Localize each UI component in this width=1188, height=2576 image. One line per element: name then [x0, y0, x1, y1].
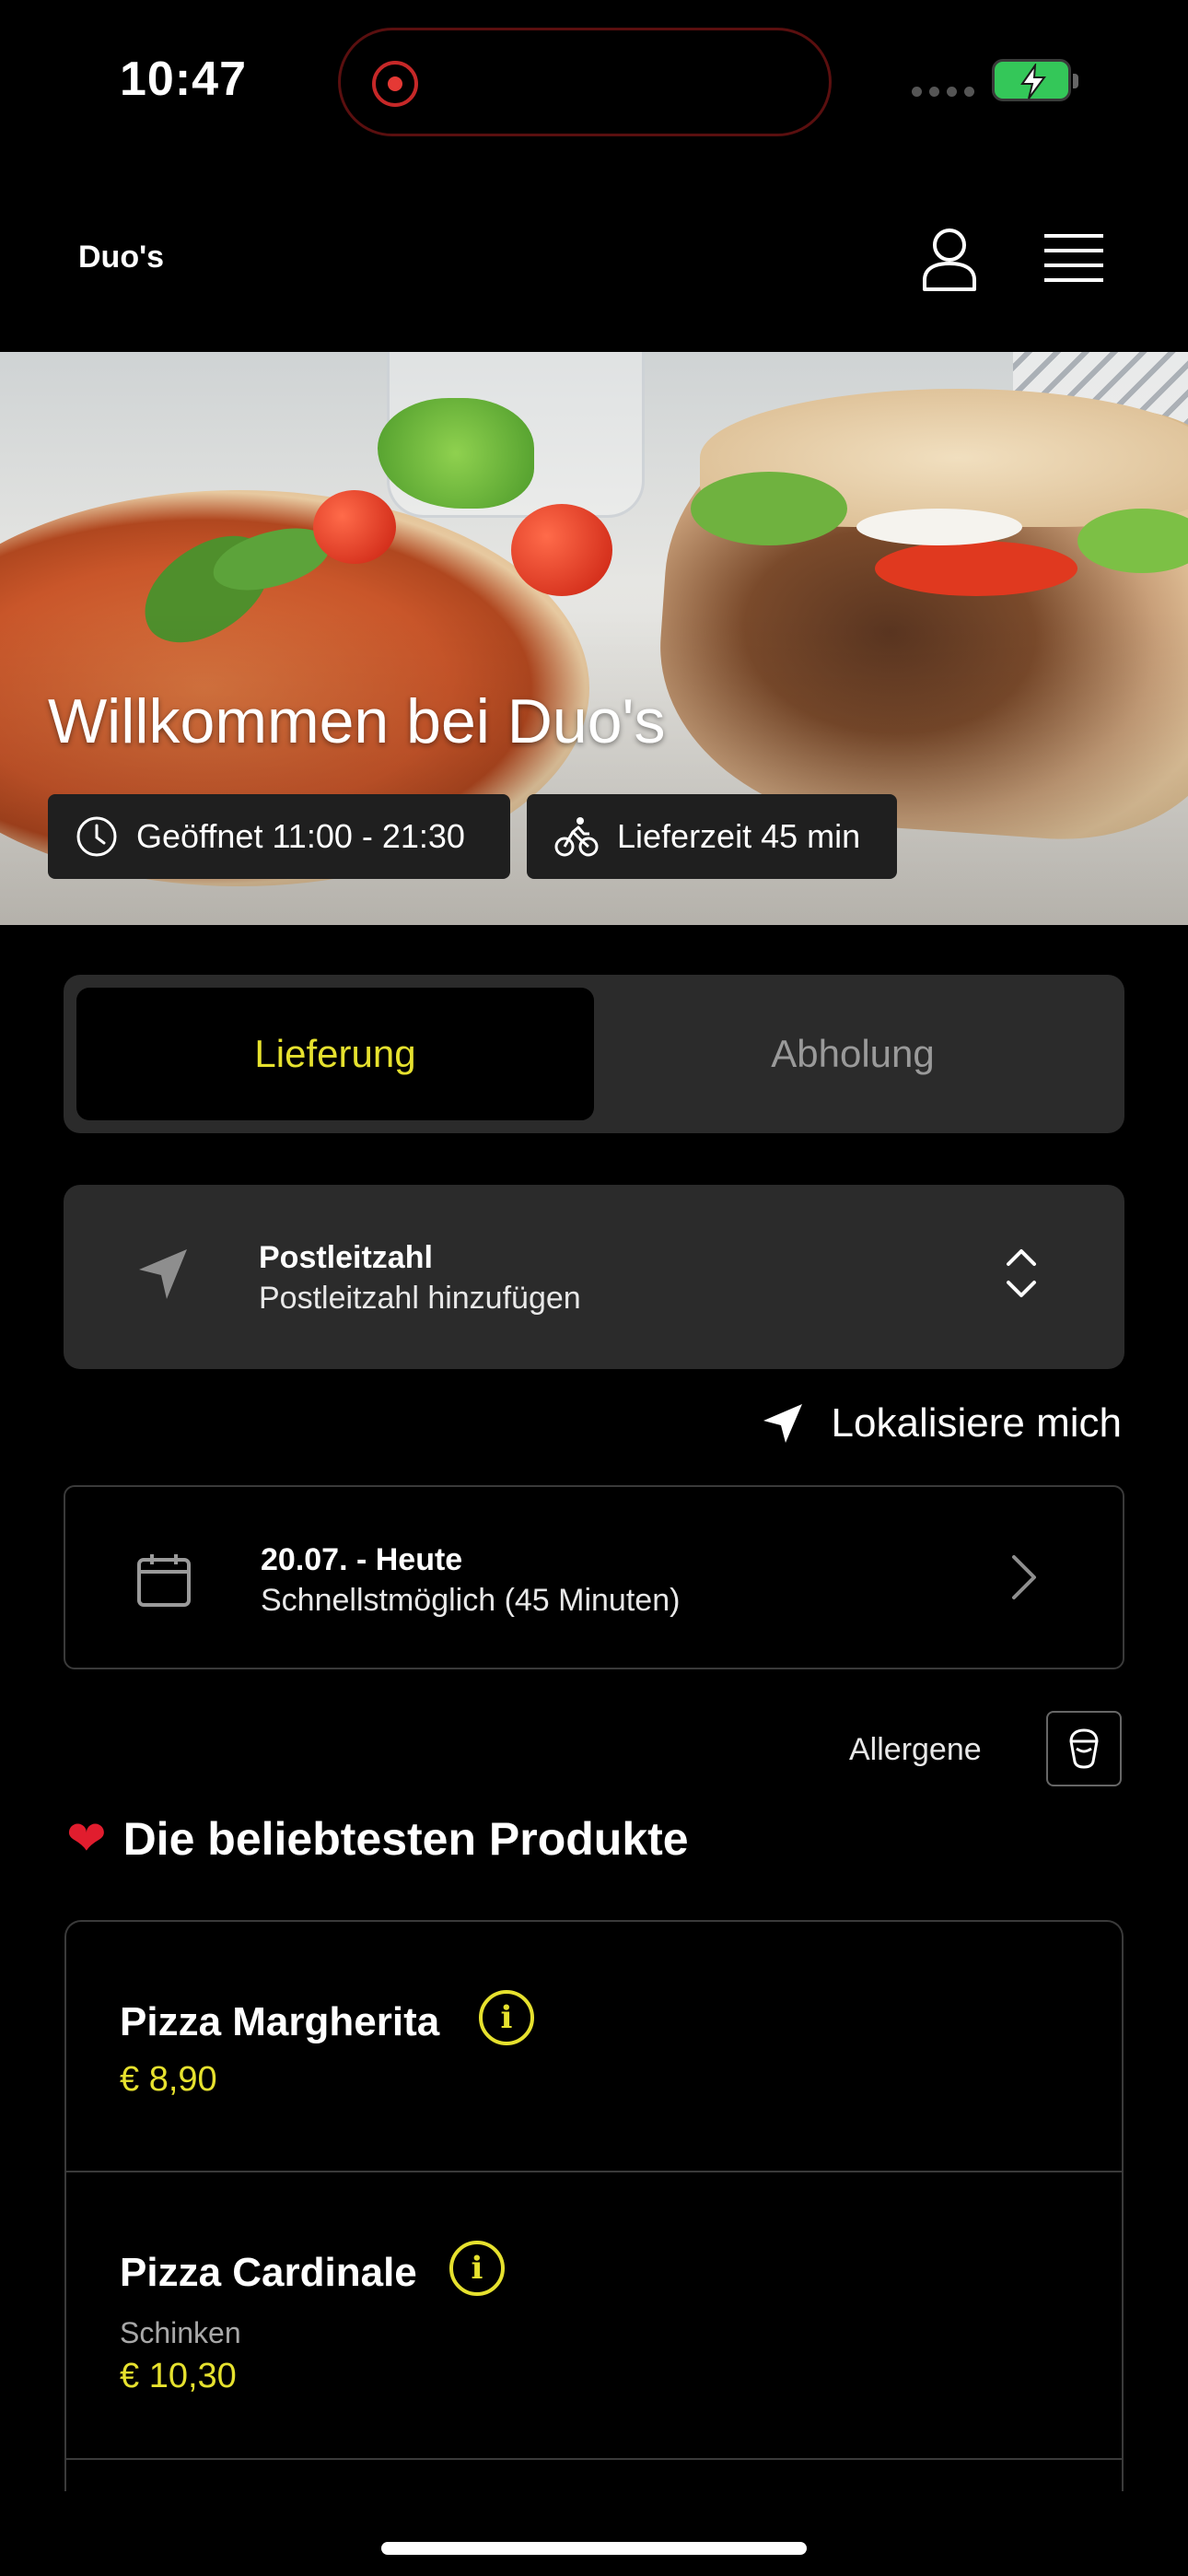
signal-icon [912, 87, 974, 97]
allergen-icon [1069, 1728, 1099, 1769]
order-mode-toggle: Lieferung Abholung [64, 975, 1124, 1133]
locate-me-button[interactable]: Lokalisiere mich [762, 1400, 1122, 1446]
menu-icon[interactable] [1042, 232, 1105, 284]
product-name: Pizza Cardinale [120, 2250, 417, 2295]
allergens-label: Allergene [849, 1732, 982, 1767]
clock-icon [76, 816, 117, 857]
product-price: € 10,30 [120, 2357, 237, 2395]
zip-code-placeholder: Postleitzahl hinzufügen [259, 1281, 581, 1316]
zip-code-selector[interactable]: Postleitzahl Postleitzahl hinzufügen [64, 1185, 1124, 1369]
navigation-arrow-icon [763, 1404, 802, 1443]
hero-banner: Willkommen bei Duo's Geöffnet 11:00 - 21… [0, 352, 1188, 925]
product-description: Schinken [120, 2316, 241, 2349]
locate-me-label: Lokalisiere mich [831, 1400, 1122, 1446]
battery-icon [992, 59, 1078, 101]
info-icon[interactable]: i [449, 2241, 505, 2296]
chevron-right-icon [1012, 1555, 1036, 1599]
user-icon[interactable] [921, 227, 978, 293]
delivery-time-text: Lieferzeit 45 min [617, 817, 861, 855]
opening-hours-badge: Geöffnet 11:00 - 21:30 [48, 794, 510, 879]
info-icon[interactable]: i [479, 1990, 534, 2045]
delivery-date-selector[interactable]: 20.07. - Heute Schnellstmöglich (45 Minu… [64, 1485, 1124, 1669]
popular-products-heading: Die beliebtesten Produkte [122, 1813, 689, 1865]
product-name: Pizza Margherita [120, 1999, 440, 2044]
heart-icon: ❤ [66, 1812, 107, 1866]
record-icon [372, 61, 418, 107]
chevron-up-down-icon [1007, 1249, 1036, 1297]
allergens-button[interactable] [1046, 1711, 1122, 1786]
calendar-icon [137, 1554, 191, 1607]
product-price: € 8,90 [120, 2060, 217, 2099]
bicycle-icon [554, 817, 599, 857]
popular-products-title: ❤ Die beliebtesten Produkte [66, 1811, 689, 1867]
product-item[interactable]: Pizza Cardinale i Schinken € 10,30 [66, 2172, 1122, 2460]
zip-code-label: Postleitzahl [259, 1240, 433, 1275]
delivery-date-title: 20.07. - Heute [261, 1542, 463, 1577]
tab-delivery[interactable]: Lieferung [76, 988, 594, 1120]
tab-pickup[interactable]: Abholung [594, 988, 1112, 1120]
brand-logo[interactable]: Duo's [78, 240, 164, 275]
delivery-time-badge: Lieferzeit 45 min [527, 794, 897, 879]
app-header: Duo's [0, 184, 1188, 350]
product-item[interactable]: Pizza Margherita i € 8,90 [66, 1922, 1122, 2172]
product-list: Pizza Margherita i € 8,90 Pizza Cardinal… [64, 1920, 1124, 2491]
status-bar: 10:47 [0, 0, 1188, 166]
navigation-arrow-icon [139, 1249, 187, 1299]
home-indicator[interactable] [381, 2542, 807, 2555]
status-time: 10:47 [120, 53, 247, 106]
dynamic-island [338, 28, 832, 136]
hero-title: Willkommen bei Duo's [48, 686, 666, 756]
opening-hours-text: Geöffnet 11:00 - 21:30 [136, 817, 465, 855]
delivery-date-subtitle: Schnellstmöglich (45 Minuten) [261, 1583, 681, 1618]
